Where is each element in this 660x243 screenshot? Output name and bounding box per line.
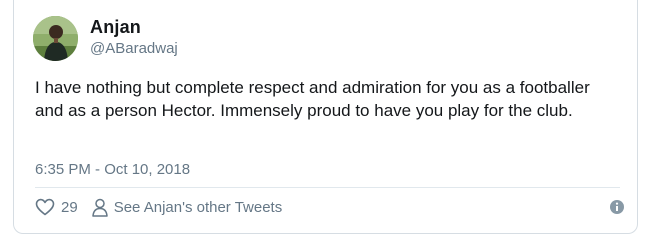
username-handle[interactable]: @ABaradwaj <box>90 40 178 57</box>
display-name[interactable]: Anjan <box>90 17 141 38</box>
like-button[interactable]: 29 <box>35 198 78 216</box>
tweet-text: I have nothing but complete respect and … <box>35 78 590 120</box>
tweet-card: Anjan @ABaradwaj I have nothing but comp… <box>13 0 638 234</box>
info-icon[interactable] <box>609 199 625 215</box>
heart-icon <box>35 198 55 216</box>
avatar-photo <box>33 16 78 61</box>
see-other-tweets-link[interactable]: See Anjan's other Tweets <box>91 198 283 217</box>
see-other-tweets-label: See Anjan's other Tweets <box>113 198 283 216</box>
divider <box>35 187 620 188</box>
avatar[interactable] <box>33 16 78 61</box>
tweet-timestamp[interactable]: 6:35 PM - Oct 10, 2018 <box>35 161 190 178</box>
tweet-actions: 29 See Anjan's other Tweets <box>35 194 282 220</box>
person-icon <box>91 198 108 217</box>
like-count: 29 <box>61 198 78 216</box>
